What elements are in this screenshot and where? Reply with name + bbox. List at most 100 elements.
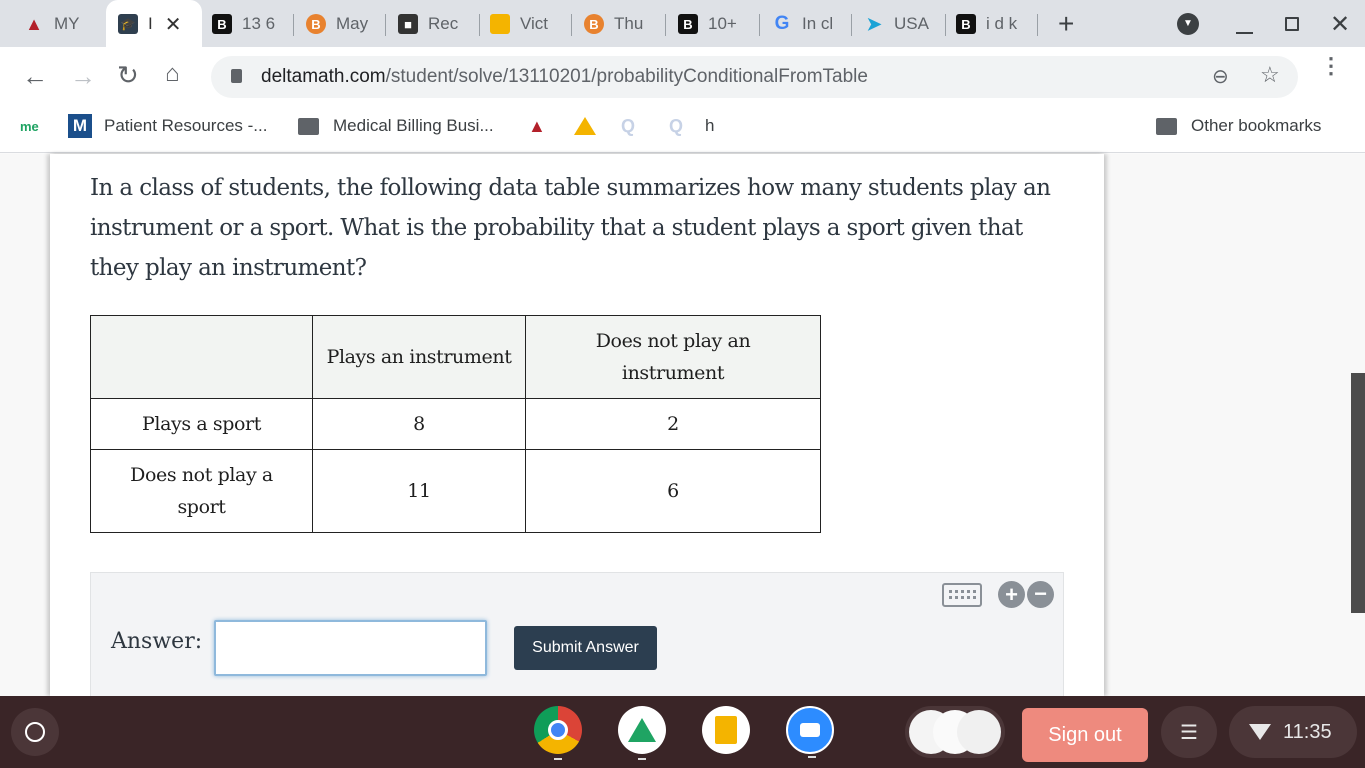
- browser-toolbar: ← → ↻ ⌂ deltamath.com/student/solve/1311…: [0, 47, 1365, 107]
- bookmark-star-icon[interactable]: ☆: [1260, 62, 1280, 88]
- bookmark-1[interactable]: M Patient Resources -...: [68, 107, 267, 145]
- bookmark-3[interactable]: ▲: [528, 107, 546, 145]
- tab-strip: ▲ MY 🎓 I ✕ B 13 6 B May ■ Rec Vict B Thu…: [0, 0, 1365, 47]
- zoom-icon[interactable]: [786, 706, 834, 758]
- running-indicator: [638, 758, 646, 760]
- running-indicator: [808, 756, 816, 758]
- tab-label: MY: [54, 14, 80, 33]
- me-icon: me: [20, 118, 39, 134]
- zoom-in-icon[interactable]: +: [998, 581, 1025, 608]
- google-drive-icon: [574, 117, 596, 135]
- tab-label: 13 6: [242, 14, 276, 33]
- google-slides-icon[interactable]: [702, 706, 750, 754]
- brainly-b-icon: B: [956, 14, 976, 34]
- tab-9[interactable]: ➤ USA: [864, 8, 946, 40]
- table-header-row: Plays an instrument Does not play an ins…: [90, 315, 821, 399]
- sign-out-button[interactable]: Sign out: [1022, 708, 1148, 762]
- answer-input[interactable]: [214, 620, 487, 676]
- tab-8[interactable]: G In cl: [772, 8, 852, 40]
- chrome-center: [548, 720, 568, 740]
- tab-search-icon[interactable]: ▼: [1177, 13, 1199, 35]
- table-row: Does not play a sport 11 6: [90, 449, 821, 533]
- contact-card-icon: ■: [398, 14, 418, 34]
- row-label: Plays a sport: [90, 398, 313, 450]
- tab-2[interactable]: B 13 6: [212, 8, 294, 40]
- drive-triangle: [628, 718, 656, 742]
- tab-label: Rec: [428, 14, 459, 33]
- tab-label: May: [336, 14, 369, 33]
- minimize-icon[interactable]: [1236, 32, 1253, 34]
- answer-panel: + − Answer: Submit Answer: [90, 572, 1064, 696]
- bookmark-4[interactable]: [574, 107, 596, 145]
- row-label: Does not play a sport: [90, 449, 313, 533]
- chrome-icon[interactable]: [534, 706, 582, 760]
- keyboard-icon[interactable]: [942, 583, 982, 607]
- zoom-out-icon[interactable]: ⊖: [1212, 64, 1229, 89]
- clock-time: 11:35: [1283, 720, 1332, 743]
- tab-7[interactable]: B 10+: [678, 8, 760, 40]
- table-row: Plays a sport 8 2: [90, 398, 821, 450]
- new-tab-button[interactable]: +: [1058, 8, 1074, 40]
- window-previews[interactable]: [905, 706, 1005, 758]
- q-icon: Q: [669, 115, 684, 136]
- running-indicator: [554, 758, 562, 760]
- home-icon[interactable]: ⌂: [165, 60, 180, 88]
- tab-4[interactable]: ■ Rec: [398, 8, 480, 40]
- q-icon: Q: [621, 115, 636, 136]
- launcher-button[interactable]: [11, 708, 59, 756]
- forward-icon[interactable]: →: [70, 61, 96, 92]
- url-text: deltamath.com/student/solve/13110201/pro…: [261, 66, 868, 88]
- scrollbar-thumb[interactable]: [1351, 373, 1365, 613]
- table-cell: 11: [312, 449, 526, 533]
- zoom-out-icon[interactable]: −: [1027, 581, 1054, 608]
- tab-0[interactable]: ▲ MY: [24, 8, 106, 40]
- tab-label: USA: [894, 14, 929, 33]
- bookmark-0[interactable]: me: [20, 107, 39, 145]
- tab-label: Thu: [614, 14, 644, 33]
- m-logo-icon: M: [68, 114, 92, 138]
- table-cell: 6: [525, 449, 821, 533]
- menu-kebab-icon[interactable]: ⋮: [1320, 55, 1342, 77]
- playlist-music-icon: ☰: [1180, 721, 1198, 744]
- tab-label: In cl: [802, 14, 834, 33]
- zoom-camera: [800, 723, 820, 737]
- preview-thumb: [957, 710, 1001, 754]
- other-bookmarks[interactable]: Other bookmarks: [1156, 107, 1321, 145]
- table-header-cell: [90, 315, 313, 399]
- restore-icon[interactable]: [1285, 17, 1299, 31]
- torch-icon: ▲: [25, 13, 43, 34]
- tab-label: I: [148, 14, 153, 33]
- tab-1[interactable]: 🎓 I ✕: [118, 8, 198, 40]
- table-header-cell: Does not play an instrument: [525, 315, 821, 399]
- bitcoin-b-icon: B: [584, 14, 604, 34]
- bookmark-label: Patient Resources -...: [104, 116, 268, 135]
- bookmark-2[interactable]: Medical Billing Busi...: [298, 107, 494, 145]
- graduation-cap-icon: 🎓: [118, 14, 138, 34]
- media-controls-button[interactable]: ☰: [1161, 706, 1217, 758]
- address-bar[interactable]: deltamath.com/student/solve/13110201/pro…: [211, 56, 1298, 98]
- slides-icon: [490, 14, 510, 34]
- status-tray[interactable]: 11:35: [1229, 706, 1357, 758]
- reload-icon[interactable]: ↻: [117, 60, 139, 91]
- close-tab-icon[interactable]: ✕: [165, 12, 182, 37]
- bitcoin-b-icon: B: [306, 14, 326, 34]
- tab-5[interactable]: Vict: [490, 8, 572, 40]
- bookmark-7[interactable]: h: [705, 107, 714, 145]
- tab-6[interactable]: B Thu: [584, 8, 666, 40]
- tab-10[interactable]: B i d k: [956, 8, 1038, 40]
- other-bookmarks-label: Other bookmarks: [1191, 116, 1322, 135]
- close-window-icon[interactable]: ✕: [1330, 10, 1350, 39]
- table-cell: 2: [525, 398, 821, 450]
- bookmark-5[interactable]: Q: [621, 107, 635, 145]
- submit-answer-button[interactable]: Submit Answer: [514, 626, 657, 670]
- lock-icon: [231, 69, 242, 83]
- problem-card: In a class of students, the following da…: [50, 154, 1104, 696]
- back-icon[interactable]: ←: [22, 61, 48, 92]
- question-text: In a class of students, the following da…: [90, 175, 1051, 281]
- url-domain: deltamath.com: [261, 66, 386, 87]
- google-drive-icon[interactable]: [618, 706, 666, 760]
- folder-icon: [298, 117, 319, 135]
- bookmark-6[interactable]: Q: [669, 107, 683, 145]
- data-table: Plays an instrument Does not play an ins…: [90, 315, 821, 533]
- tab-3[interactable]: B May: [306, 8, 386, 40]
